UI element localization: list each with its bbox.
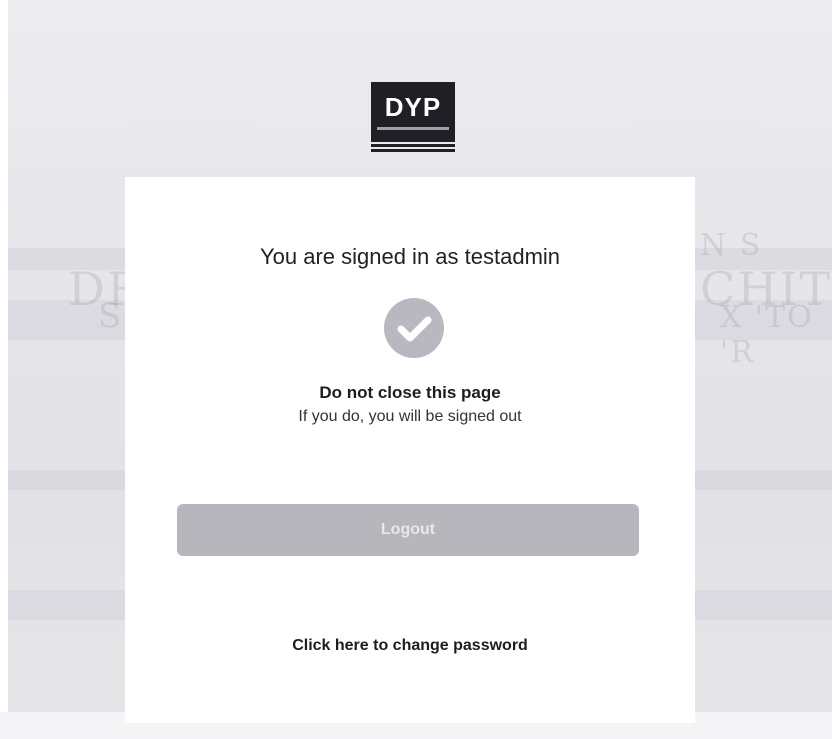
logo-tagline-mark	[377, 127, 449, 130]
logo-underline	[371, 144, 455, 147]
signed-in-card: You are signed in as testadmin Do not cl…	[125, 177, 695, 723]
warning-title: Do not close this page	[319, 383, 501, 402]
logout-button[interactable]: Logout	[177, 504, 639, 556]
warning-subtitle: If you do, you will be signed out	[298, 408, 522, 425]
screen-edge	[0, 0, 8, 739]
logo-underline-second	[371, 149, 455, 152]
logo-text: DYP	[384, 92, 442, 122]
checkmark-circle-icon	[384, 298, 444, 358]
signed-in-message: You are signed in as testadmin	[259, 244, 561, 269]
dyp-logo: DYP	[371, 82, 455, 154]
change-password-link[interactable]: Click here to change password	[125, 637, 695, 655]
